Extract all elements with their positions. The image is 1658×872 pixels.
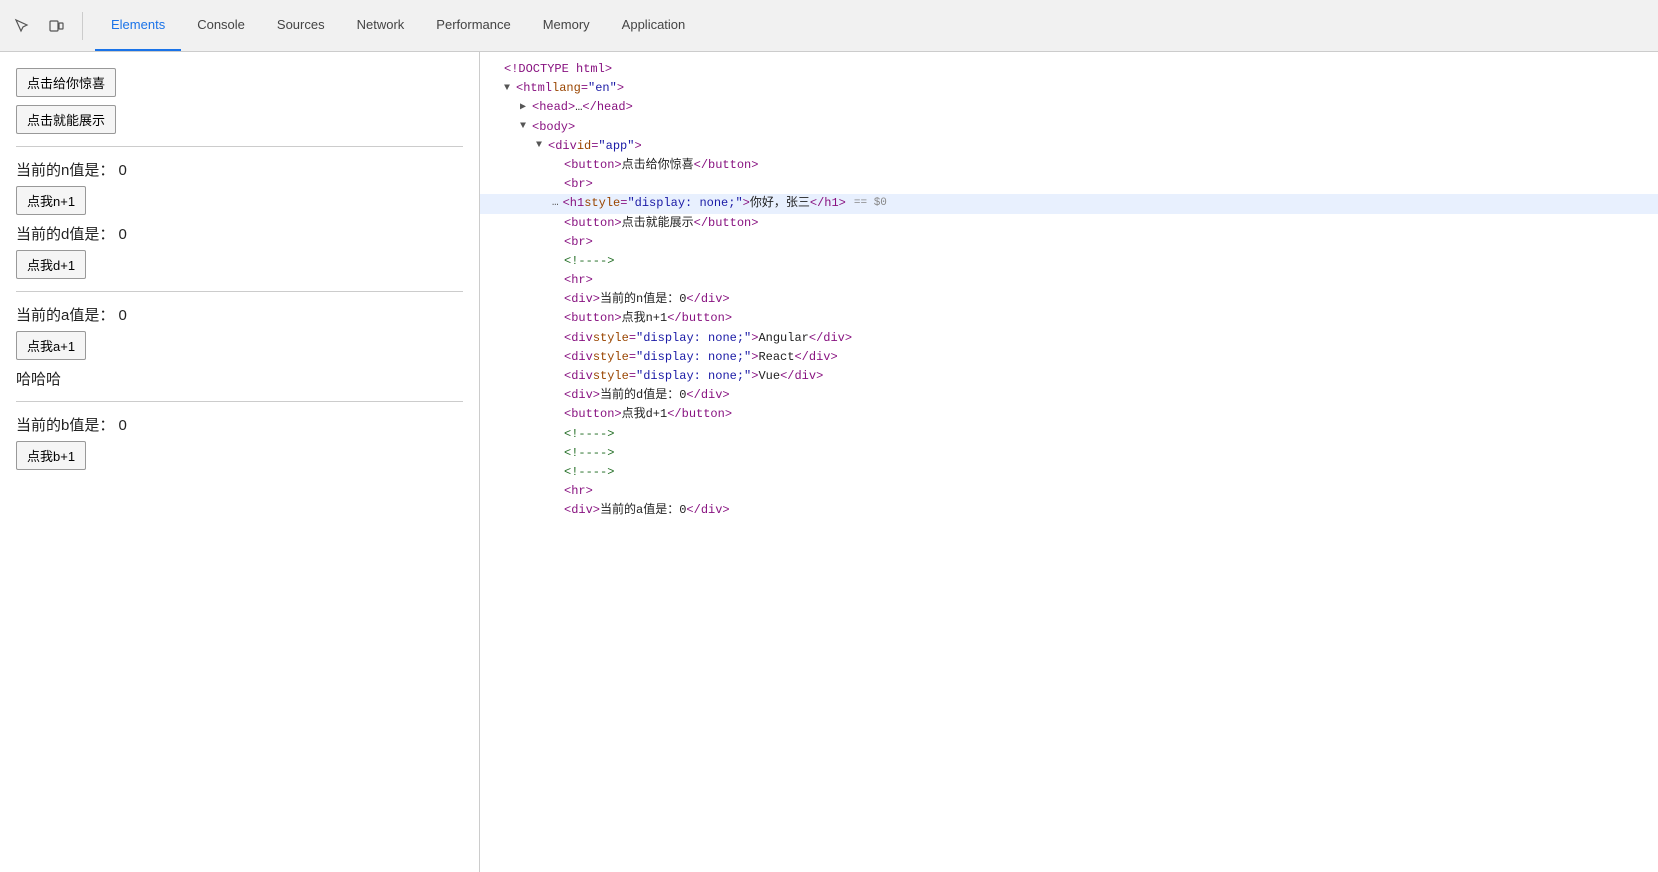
n-value-label: 当前的n值是： 0 [16, 159, 463, 180]
code-line-btn-n[interactable]: ▶ <button>点我n+1</button> [480, 309, 1658, 328]
tab-application[interactable]: Application [606, 0, 702, 51]
tab-memory[interactable]: Memory [527, 0, 606, 51]
divider-1 [16, 146, 463, 147]
code-line-comment-2[interactable]: ▶ <!----> [480, 425, 1658, 444]
code-line-comment-1[interactable]: ▶ <!----> [480, 252, 1658, 271]
elements-panel: <!DOCTYPE html> ▼ <html lang="en"> ▶ <he… [480, 52, 1658, 872]
code-line-br-1[interactable]: ▶ <br> [480, 175, 1658, 194]
expand-app-icon[interactable]: ▼ [536, 138, 548, 154]
code-line-a-div[interactable]: ▶ <div>当前的a值是：0</div> [480, 501, 1658, 520]
code-line-doctype[interactable]: <!DOCTYPE html> [480, 60, 1658, 79]
code-line-hr-2[interactable]: ▶ <hr> [480, 482, 1658, 501]
inspect-icon[interactable] [8, 12, 36, 40]
dots-icon[interactable]: … [552, 195, 559, 213]
haha-text: 哈哈哈 [16, 368, 463, 389]
devtools-tab-list: Elements Console Sources Network Perform… [95, 0, 701, 51]
a-value-label: 当前的a值是： 0 [16, 304, 463, 325]
expand-head-icon[interactable]: ▶ [520, 100, 532, 116]
code-line-hr-1[interactable]: ▶ <hr> [480, 271, 1658, 290]
code-line-comment-4[interactable]: ▶ <!----> [480, 463, 1658, 482]
expand-body-icon[interactable]: ▼ [520, 119, 532, 135]
btn-surprise[interactable]: 点击给你惊喜 [16, 68, 116, 97]
devtools-toolbar: Elements Console Sources Network Perform… [0, 0, 1658, 52]
btn-n-plus[interactable]: 点我n+1 [16, 186, 86, 215]
code-line-btn-d[interactable]: ▶ <button>点我d+1</button> [480, 405, 1658, 424]
btn-a-plus[interactable]: 点我a+1 [16, 331, 86, 360]
code-line-body[interactable]: ▼ <body> [480, 118, 1658, 137]
code-line-react[interactable]: ▶ <div style="display: none;">React</div… [480, 348, 1658, 367]
code-line-br-2[interactable]: ▶ <br> [480, 233, 1658, 252]
tab-console[interactable]: Console [181, 0, 261, 51]
code-line-vue[interactable]: ▶ <div style="display: none;">Vue</div> [480, 367, 1658, 386]
device-icon[interactable] [42, 12, 70, 40]
expand-icon[interactable]: ▼ [504, 81, 516, 97]
divider-2 [16, 291, 463, 292]
btn-d-plus[interactable]: 点我d+1 [16, 250, 86, 279]
code-line-angular[interactable]: ▶ <div style="display: none;">Angular</d… [480, 329, 1658, 348]
tab-elements[interactable]: Elements [95, 0, 181, 51]
devtools-icon-group [8, 12, 83, 40]
tab-network[interactable]: Network [341, 0, 421, 51]
code-line-h1[interactable]: … <h1 style="display: none;">你好，张三</h1> … [480, 194, 1658, 213]
code-line-div-app[interactable]: ▼ <div id="app"> [480, 137, 1658, 156]
btn-b-plus[interactable]: 点我b+1 [16, 441, 86, 470]
app-panel: 点击给你惊喜 点击就能展示 当前的n值是： 0 点我n+1 当前的d值是： 0 … [0, 52, 480, 872]
code-line-html[interactable]: ▼ <html lang="en"> [480, 79, 1658, 98]
tab-performance[interactable]: Performance [420, 0, 526, 51]
code-line-n-div[interactable]: ▶ <div>当前的n值是：0</div> [480, 290, 1658, 309]
b-value-label: 当前的b值是： 0 [16, 414, 463, 435]
d-value-label: 当前的d值是： 0 [16, 223, 463, 244]
code-line-btn-surprise[interactable]: ▶ <button>点击给你惊喜</button> [480, 156, 1658, 175]
tab-sources[interactable]: Sources [261, 0, 341, 51]
code-line-btn-show[interactable]: ▶ <button>点击就能展示</button> [480, 214, 1658, 233]
divider-3 [16, 401, 463, 402]
dollar-zero: == $0 [854, 195, 887, 213]
code-line-comment-3[interactable]: ▶ <!----> [480, 444, 1658, 463]
btn-show[interactable]: 点击就能展示 [16, 105, 116, 134]
main-layout: 点击给你惊喜 点击就能展示 当前的n值是： 0 点我n+1 当前的d值是： 0 … [0, 52, 1658, 872]
code-line-d-div[interactable]: ▶ <div>当前的d值是：0</div> [480, 386, 1658, 405]
code-line-head[interactable]: ▶ <head>…</head> [480, 98, 1658, 117]
